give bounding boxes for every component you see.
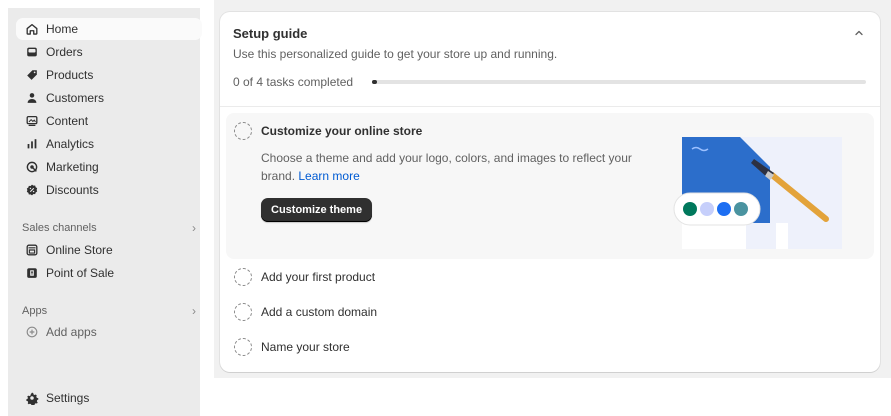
sidebar-item-add-apps[interactable]: Add apps bbox=[16, 321, 202, 343]
sidebar-item-orders[interactable]: Orders bbox=[16, 41, 202, 63]
content-icon bbox=[24, 113, 40, 129]
sidebar-item-label: Orders bbox=[46, 45, 83, 59]
illustration-leg bbox=[682, 223, 694, 249]
setup-guide-card: Setup guide Use this personalized guide … bbox=[220, 12, 880, 372]
sidebar-item-label: Settings bbox=[46, 391, 90, 405]
divider bbox=[220, 106, 880, 107]
person-icon bbox=[24, 90, 40, 106]
plus-circle-icon bbox=[24, 324, 40, 340]
sidebar: Home Orders Products Customers Content A… bbox=[8, 8, 202, 416]
sidebar-item-label: Content bbox=[46, 114, 89, 128]
task-incomplete-icon[interactable] bbox=[234, 338, 252, 356]
task-title: Customize your online store bbox=[261, 124, 423, 138]
task-title: Add a custom domain bbox=[261, 305, 378, 319]
chevron-right-icon: › bbox=[192, 221, 196, 235]
admin-page: Home Orders Products Customers Content A… bbox=[0, 0, 891, 416]
chevron-right-icon: › bbox=[192, 304, 196, 318]
sidebar-item-customers[interactable]: Customers bbox=[16, 87, 202, 109]
home-icon bbox=[24, 21, 40, 37]
sidebar-item-label: Analytics bbox=[46, 137, 95, 151]
progress-label: 0 of 4 tasks completed bbox=[233, 75, 354, 89]
customize-theme-button[interactable]: Customize theme bbox=[261, 198, 373, 222]
apps-label: Apps bbox=[22, 305, 48, 317]
tag-icon bbox=[24, 67, 40, 83]
task-incomplete-icon[interactable] bbox=[234, 122, 252, 140]
progress-bar-fill bbox=[372, 80, 377, 84]
sales-channels-label: Sales channels bbox=[22, 222, 97, 234]
chevron-up-icon bbox=[855, 30, 863, 36]
illustration-leg bbox=[734, 223, 746, 249]
learn-more-link[interactable]: Learn more bbox=[298, 169, 359, 183]
sidebar-item-online-store[interactable]: Online Store bbox=[16, 239, 202, 261]
collapse-button[interactable] bbox=[852, 26, 866, 40]
sidebar-item-label: Discounts bbox=[46, 183, 99, 197]
task-incomplete-icon[interactable] bbox=[234, 303, 252, 321]
sidebar-item-products[interactable]: Products bbox=[16, 64, 202, 86]
sidebar-item-analytics[interactable]: Analytics bbox=[16, 133, 202, 155]
task-customize-store[interactable]: Customize your online store Choose a the… bbox=[226, 113, 874, 259]
pos-icon bbox=[24, 265, 40, 281]
sidebar-item-discounts[interactable]: Discounts bbox=[16, 179, 202, 201]
sidebar-item-label: Point of Sale bbox=[46, 266, 115, 280]
sidebar-item-marketing[interactable]: Marketing bbox=[16, 156, 202, 178]
color-swatch bbox=[717, 202, 731, 216]
task-incomplete-icon[interactable] bbox=[234, 268, 252, 286]
store-icon bbox=[24, 242, 40, 258]
progress-bar bbox=[372, 80, 866, 84]
discount-icon bbox=[24, 182, 40, 198]
theme-illustration bbox=[672, 123, 852, 249]
sidebar-item-label: Products bbox=[46, 68, 94, 82]
sidebar-item-label: Marketing bbox=[46, 160, 99, 174]
task-title: Name your store bbox=[261, 340, 350, 354]
illustration-leg bbox=[776, 223, 788, 249]
sidebar-item-label: Online Store bbox=[46, 243, 113, 257]
card-subtitle: Use this personalized guide to get your … bbox=[233, 47, 558, 61]
gear-icon bbox=[24, 390, 40, 406]
orders-icon bbox=[24, 44, 40, 60]
sales-channels-header[interactable]: Sales channels › bbox=[16, 218, 202, 238]
sidebar-item-point-of-sale[interactable]: Point of Sale bbox=[16, 262, 202, 284]
sidebar-item-label: Home bbox=[46, 22, 79, 36]
sidebar-item-settings[interactable]: Settings bbox=[16, 387, 202, 409]
color-swatch bbox=[734, 202, 748, 216]
sidebar-item-content[interactable]: Content bbox=[16, 110, 202, 132]
target-icon bbox=[24, 159, 40, 175]
task-title: Add your first product bbox=[261, 270, 376, 284]
color-swatch bbox=[683, 202, 697, 216]
bar-chart-icon bbox=[24, 136, 40, 152]
sidebar-item-home[interactable]: Home bbox=[16, 18, 202, 40]
color-swatch bbox=[700, 202, 714, 216]
apps-header[interactable]: Apps › bbox=[16, 301, 202, 321]
sidebar-item-label: Add apps bbox=[46, 325, 97, 339]
sidebar-item-label: Customers bbox=[46, 91, 105, 105]
task-description: Choose a theme and add your logo, colors… bbox=[261, 149, 651, 185]
card-title: Setup guide bbox=[233, 26, 308, 41]
